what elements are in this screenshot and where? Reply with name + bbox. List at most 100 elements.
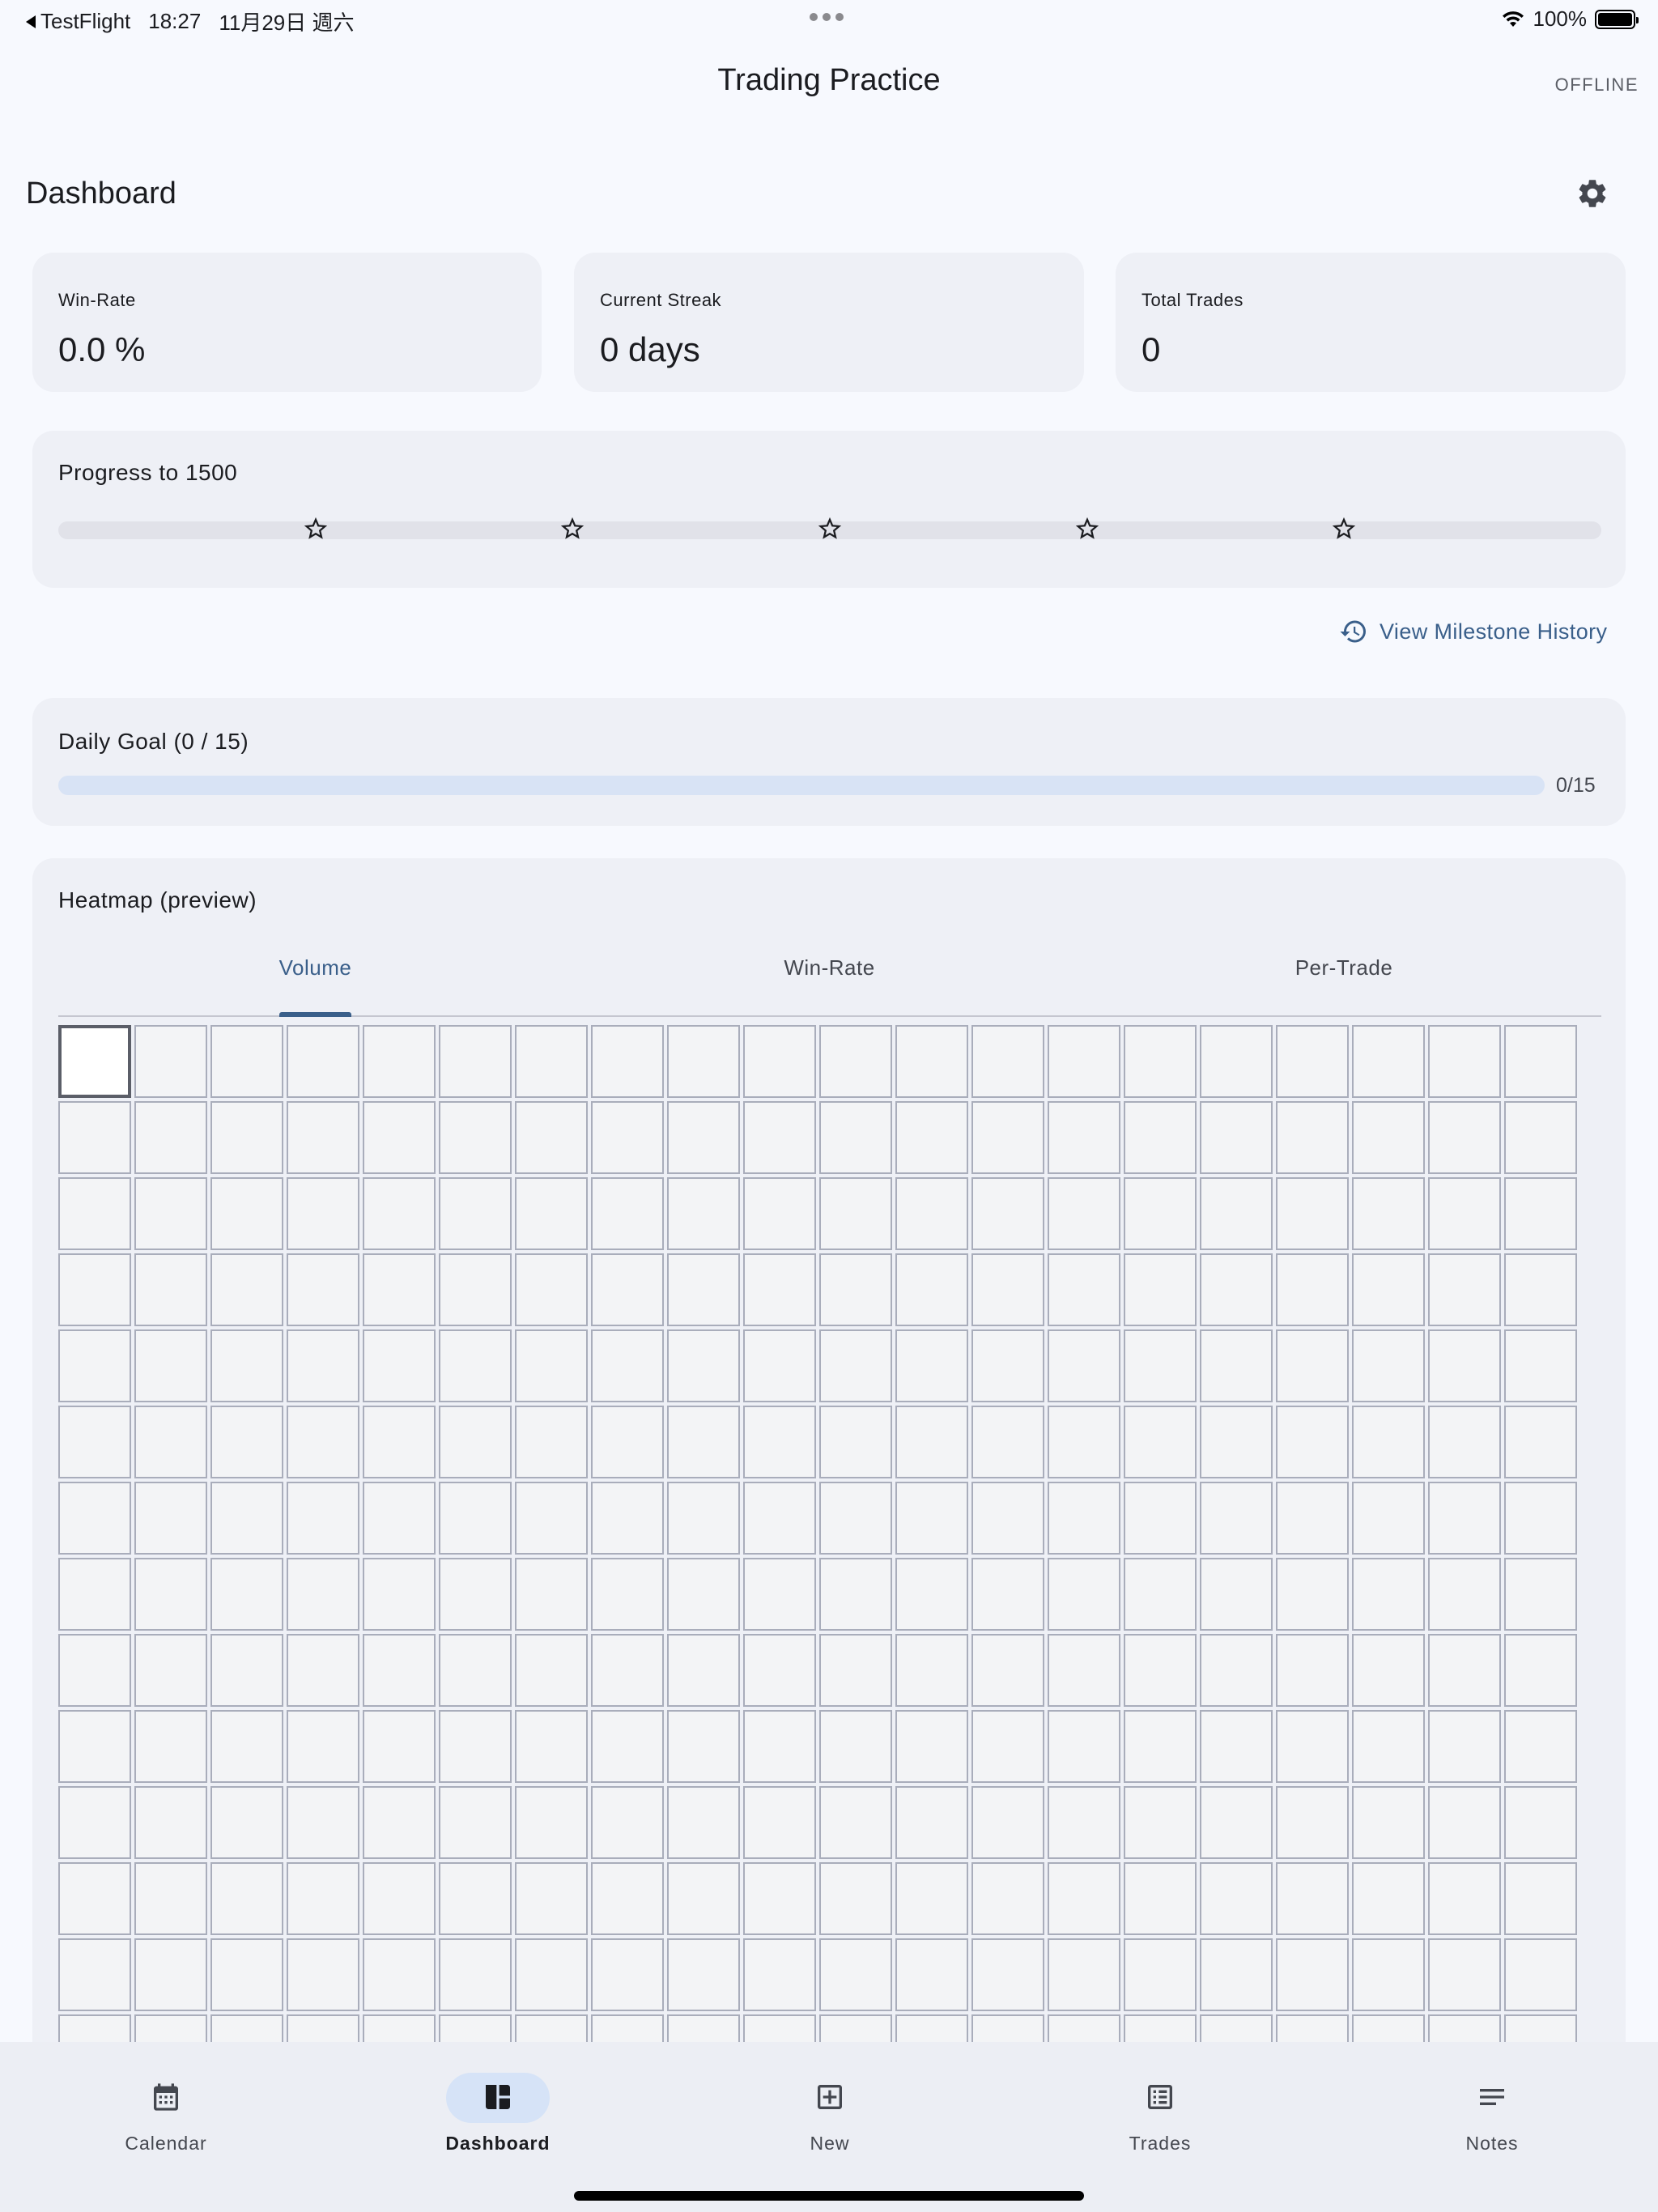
heatmap-cell[interactable]: [1504, 1329, 1577, 1402]
heatmap-cell[interactable]: [1428, 1177, 1501, 1250]
heatmap-cell[interactable]: [1124, 1101, 1197, 1174]
heatmap-cell[interactable]: [1428, 1786, 1501, 1859]
heatmap-cell[interactable]: [1428, 1482, 1501, 1555]
heatmap-cell[interactable]: [210, 1329, 283, 1402]
heatmap-cell[interactable]: [58, 1329, 131, 1402]
heatmap-cell[interactable]: [439, 1862, 512, 1935]
view-milestone-history-link[interactable]: View Milestone History: [1339, 617, 1607, 646]
heatmap-cell[interactable]: [287, 1710, 359, 1783]
heatmap-cell[interactable]: [819, 1938, 892, 2011]
heatmap-cell[interactable]: [515, 1710, 588, 1783]
heatmap-cell[interactable]: [1428, 1253, 1501, 1326]
heatmap-cell[interactable]: [1048, 1253, 1120, 1326]
heatmap-cell[interactable]: [971, 1634, 1044, 1707]
heatmap-cell[interactable]: [1124, 1482, 1197, 1555]
heatmap-cell[interactable]: [210, 1406, 283, 1478]
heatmap-cell[interactable]: [591, 1177, 664, 1250]
heatmap-cell[interactable]: [743, 1862, 816, 1935]
heatmap-cell[interactable]: [210, 1634, 283, 1707]
heatmap-cell[interactable]: [591, 1786, 664, 1859]
heatmap-cell[interactable]: [895, 1786, 968, 1859]
heatmap-cell[interactable]: [1200, 1482, 1273, 1555]
heatmap-cell[interactable]: [591, 1938, 664, 2011]
heatmap-cell[interactable]: [743, 1101, 816, 1174]
heatmap-cell[interactable]: [439, 1786, 512, 1859]
heatmap-cell[interactable]: [1200, 1101, 1273, 1174]
nav-item-dashboard[interactable]: Dashboard: [332, 2042, 664, 2212]
heatmap-cell[interactable]: [1504, 1938, 1577, 2011]
heatmap-cell[interactable]: [1428, 1710, 1501, 1783]
heatmap-cell[interactable]: [667, 1025, 740, 1098]
heatmap-cell[interactable]: [819, 1786, 892, 1859]
heatmap-cell[interactable]: [667, 1786, 740, 1859]
heatmap-cell[interactable]: [363, 1329, 436, 1402]
heatmap-cell[interactable]: [1200, 1558, 1273, 1631]
heatmap-cell[interactable]: [363, 1862, 436, 1935]
heatmap-cell[interactable]: [743, 1786, 816, 1859]
heatmap-cell[interactable]: [1352, 1101, 1425, 1174]
heatmap-cell[interactable]: [591, 1406, 664, 1478]
heatmap-cell[interactable]: [1124, 1862, 1197, 1935]
heatmap-cell[interactable]: [591, 1634, 664, 1707]
heatmap-cell[interactable]: [1276, 1862, 1349, 1935]
heatmap-cell[interactable]: [439, 1558, 512, 1631]
heatmap-cell[interactable]: [515, 1406, 588, 1478]
heatmap-cell[interactable]: [1124, 1177, 1197, 1250]
heatmap-cell[interactable]: [743, 1938, 816, 2011]
heatmap-cell[interactable]: [287, 1025, 359, 1098]
heatmap-cell[interactable]: [1352, 1025, 1425, 1098]
tab-per-trade[interactable]: Per-Trade: [1086, 952, 1601, 1017]
heatmap-cell[interactable]: [819, 1558, 892, 1631]
heatmap-cell[interactable]: [439, 1101, 512, 1174]
heatmap-cell[interactable]: [134, 1786, 207, 1859]
heatmap-cell[interactable]: [971, 1177, 1044, 1250]
heatmap-cell[interactable]: [363, 1558, 436, 1631]
heatmap-cell[interactable]: [1200, 1329, 1273, 1402]
heatmap-cell[interactable]: [287, 1482, 359, 1555]
heatmap-cell[interactable]: [1200, 1786, 1273, 1859]
heatmap-cell[interactable]: [287, 1558, 359, 1631]
heatmap-cell[interactable]: [515, 1101, 588, 1174]
heatmap-cell[interactable]: [1124, 1558, 1197, 1631]
heatmap-cell[interactable]: [1276, 1253, 1349, 1326]
heatmap-cell[interactable]: [591, 1329, 664, 1402]
heatmap-cell[interactable]: [210, 1786, 283, 1859]
heatmap-cell[interactable]: [667, 1634, 740, 1707]
heatmap-cell[interactable]: [1124, 1406, 1197, 1478]
heatmap-cell[interactable]: [1048, 1710, 1120, 1783]
heatmap-cell[interactable]: [971, 1862, 1044, 1935]
heatmap-cell[interactable]: [591, 1253, 664, 1326]
heatmap-cell[interactable]: [667, 1253, 740, 1326]
heatmap-cell[interactable]: [363, 1101, 436, 1174]
heatmap-cell[interactable]: [1352, 1482, 1425, 1555]
heatmap-cell[interactable]: [210, 1938, 283, 2011]
heatmap-cell[interactable]: [439, 1482, 512, 1555]
heatmap-cell[interactable]: [1352, 1786, 1425, 1859]
heatmap-cell[interactable]: [287, 1101, 359, 1174]
heatmap-cell[interactable]: [1352, 1938, 1425, 2011]
back-to-app-link[interactable]: TestFlight: [26, 9, 130, 34]
heatmap-cell[interactable]: [287, 1406, 359, 1478]
heatmap-cell[interactable]: [134, 1253, 207, 1326]
heatmap-cell[interactable]: [591, 1862, 664, 1935]
heatmap-cell[interactable]: [1276, 1025, 1349, 1098]
heatmap-cell[interactable]: [1048, 1177, 1120, 1250]
heatmap-cell[interactable]: [1276, 1938, 1349, 2011]
heatmap-cell[interactable]: [58, 1177, 131, 1250]
heatmap-cell[interactable]: [1352, 1177, 1425, 1250]
heatmap-cell[interactable]: [439, 1634, 512, 1707]
tab-volume[interactable]: Volume: [58, 952, 572, 1017]
heatmap-cell[interactable]: [895, 1253, 968, 1326]
heatmap-cell[interactable]: [1504, 1710, 1577, 1783]
heatmap-cell[interactable]: [819, 1025, 892, 1098]
heatmap-cell[interactable]: [1200, 1710, 1273, 1783]
heatmap-cell[interactable]: [667, 1710, 740, 1783]
heatmap-cell[interactable]: [819, 1862, 892, 1935]
heatmap-cell[interactable]: [1504, 1862, 1577, 1935]
heatmap-cell[interactable]: [1048, 1558, 1120, 1631]
heatmap-cell[interactable]: [591, 1710, 664, 1783]
heatmap-cell[interactable]: [1504, 1634, 1577, 1707]
heatmap-cell[interactable]: [743, 1406, 816, 1478]
heatmap-cell[interactable]: [134, 1634, 207, 1707]
heatmap-cell[interactable]: [1352, 1634, 1425, 1707]
